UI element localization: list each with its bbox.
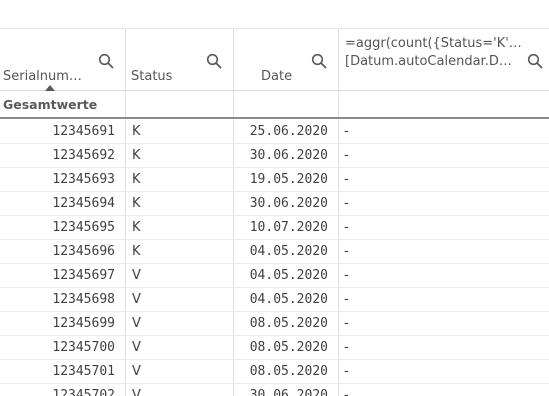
- column-header-serialnumber[interactable]: Serialnum…: [0, 29, 126, 91]
- search-icon[interactable]: [98, 53, 114, 69]
- table-row[interactable]: 12345698 V 04.05.2020-: [0, 288, 549, 312]
- cell-date[interactable]: 08.05.2020: [234, 312, 339, 335]
- cell-status[interactable]: V: [126, 360, 234, 383]
- cell-serialnumber[interactable]: 12345692: [0, 144, 126, 167]
- cell-status[interactable]: K: [126, 168, 234, 191]
- table-toolbar-area: [0, 0, 549, 28]
- expression-line-1: =aggr(count({Status='K'…: [345, 36, 522, 51]
- table-row[interactable]: 12345691 K 25.06.2020-: [0, 120, 549, 144]
- cell-date[interactable]: 04.05.2020: [234, 288, 339, 311]
- table-row[interactable]: 12345696 K 04.05.2020-: [0, 240, 549, 264]
- cell-expression-value[interactable]: -: [339, 288, 549, 311]
- totals-row: Gesamtwerte: [0, 91, 549, 119]
- cell-expression-value[interactable]: -: [339, 216, 549, 239]
- cell-serialnumber[interactable]: 12345691: [0, 120, 126, 143]
- cell-status[interactable]: V: [126, 288, 234, 311]
- expression-line-2: [Datum.autoCalendar.D…: [345, 54, 512, 69]
- cell-status[interactable]: K: [126, 144, 234, 167]
- column-label-serialnumber: Serialnum…: [3, 69, 82, 84]
- column-label-expression: =aggr(count({Status='K'… [Datum.autoCale…: [345, 35, 522, 71]
- cell-date[interactable]: 08.05.2020: [234, 336, 339, 359]
- cell-expression-value[interactable]: -: [339, 384, 549, 396]
- table-row[interactable]: 12345700 V 08.05.2020-: [0, 336, 549, 360]
- column-label-status: Status: [131, 69, 173, 84]
- search-icon[interactable]: [311, 53, 327, 69]
- cell-status[interactable]: K: [126, 192, 234, 215]
- cell-expression-value[interactable]: -: [339, 264, 549, 287]
- cell-serialnumber[interactable]: 12345693: [0, 168, 126, 191]
- cell-serialnumber[interactable]: 12345702: [0, 384, 126, 396]
- cell-status[interactable]: V: [126, 384, 234, 396]
- totals-cell: Gesamtwerte: [0, 91, 126, 117]
- table-row[interactable]: 12345695 K 10.07.2020-: [0, 216, 549, 240]
- cell-date[interactable]: 04.05.2020: [234, 240, 339, 263]
- cell-expression-value[interactable]: -: [339, 168, 549, 191]
- search-icon[interactable]: [206, 53, 222, 69]
- cell-date[interactable]: 25.06.2020: [234, 120, 339, 143]
- cell-status[interactable]: V: [126, 336, 234, 359]
- table-row[interactable]: 12345697 V 04.05.2020-: [0, 264, 549, 288]
- table-row[interactable]: 12345692 K 30.06.2020-: [0, 144, 549, 168]
- cell-expression-value[interactable]: -: [339, 120, 549, 143]
- table-row[interactable]: 12345693 K 19.05.2020-: [0, 168, 549, 192]
- cell-date[interactable]: 30.06.2020: [234, 384, 339, 396]
- cell-serialnumber[interactable]: 12345699: [0, 312, 126, 335]
- cell-date[interactable]: 04.05.2020: [234, 264, 339, 287]
- table-row[interactable]: 12345694 K 30.06.2020-: [0, 192, 549, 216]
- cell-serialnumber[interactable]: 12345698: [0, 288, 126, 311]
- totals-label: Gesamtwerte: [3, 97, 98, 112]
- cell-expression-value[interactable]: -: [339, 360, 549, 383]
- cell-expression-value[interactable]: -: [339, 312, 549, 335]
- cell-expression-value[interactable]: -: [339, 240, 549, 263]
- cell-status[interactable]: K: [126, 240, 234, 263]
- cell-serialnumber[interactable]: 12345696: [0, 240, 126, 263]
- cell-date[interactable]: 10.07.2020: [234, 216, 339, 239]
- cell-status[interactable]: V: [126, 312, 234, 335]
- column-header-date[interactable]: Date: [234, 29, 339, 91]
- table-header-row: Serialnum… Status Date =aggr(count({Stat: [0, 28, 549, 91]
- cell-status[interactable]: V: [126, 264, 234, 287]
- table-row[interactable]: 12345699 V 08.05.2020-: [0, 312, 549, 336]
- cell-date[interactable]: 30.06.2020: [234, 144, 339, 167]
- cell-serialnumber[interactable]: 12345695: [0, 216, 126, 239]
- cell-serialnumber[interactable]: 12345700: [0, 336, 126, 359]
- cell-date[interactable]: 19.05.2020: [234, 168, 339, 191]
- cell-date[interactable]: 30.06.2020: [234, 192, 339, 215]
- totals-cell: [339, 91, 549, 117]
- totals-cell: [126, 91, 234, 117]
- cell-serialnumber[interactable]: 12345697: [0, 264, 126, 287]
- cell-expression-value[interactable]: -: [339, 144, 549, 167]
- cell-date[interactable]: 08.05.2020: [234, 360, 339, 383]
- column-label-date: Date: [261, 69, 293, 84]
- table-row[interactable]: 12345701 V 08.05.2020-: [0, 360, 549, 384]
- cell-expression-value[interactable]: -: [339, 336, 549, 359]
- column-header-status[interactable]: Status: [126, 29, 234, 91]
- data-table: Serialnum… Status Date =aggr(count({Stat: [0, 0, 549, 396]
- cell-status[interactable]: K: [126, 120, 234, 143]
- cell-status[interactable]: K: [126, 216, 234, 239]
- cell-serialnumber[interactable]: 12345701: [0, 360, 126, 383]
- search-icon[interactable]: [527, 53, 543, 69]
- cell-expression-value[interactable]: -: [339, 192, 549, 215]
- column-header-expression[interactable]: =aggr(count({Status='K'… [Datum.autoCale…: [339, 29, 549, 91]
- table-row[interactable]: 12345702 V 30.06.2020-: [0, 384, 549, 396]
- totals-cell: [234, 91, 339, 117]
- cell-serialnumber[interactable]: 12345694: [0, 192, 126, 215]
